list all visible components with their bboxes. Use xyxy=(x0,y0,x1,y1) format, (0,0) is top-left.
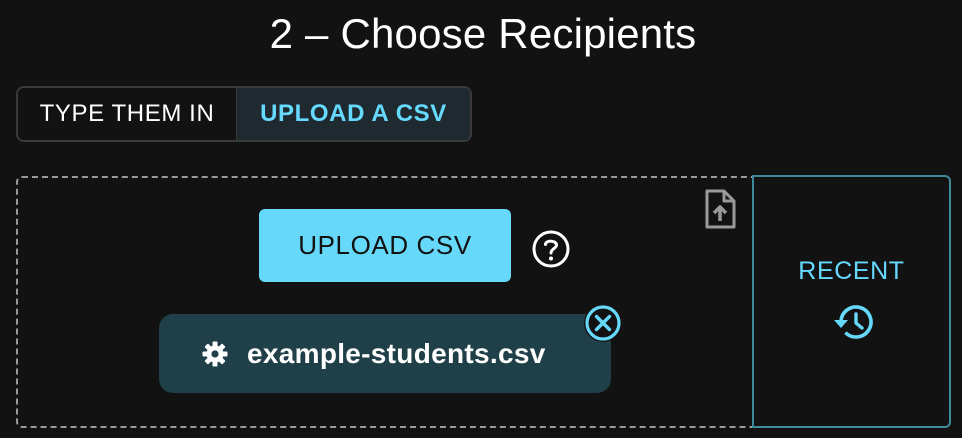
selected-file-chip: example-students.csv xyxy=(159,314,611,393)
tab-upload-csv[interactable]: UPLOAD A CSV xyxy=(237,88,470,140)
recipient-mode-tabs: TYPE THEM IN UPLOAD A CSV xyxy=(16,86,472,142)
page-title: 2 – Choose Recipients xyxy=(269,10,697,57)
choose-recipients-page: 2 – Choose Recipients TYPE THEM IN UPLOA… xyxy=(0,0,962,438)
history-icon xyxy=(834,305,873,339)
file-upload-icon xyxy=(705,189,736,229)
recent-files-panel[interactable]: RECENT xyxy=(752,175,951,428)
close-circle-icon[interactable] xyxy=(582,302,624,344)
upload-csv-button[interactable]: UPLOAD CSV xyxy=(259,209,511,282)
recent-label: RECENT xyxy=(798,257,905,285)
file-name: example-students.csv xyxy=(247,337,546,369)
gear-icon xyxy=(202,341,228,366)
tab-type-them-in[interactable]: TYPE THEM IN xyxy=(18,88,237,140)
help-circle-icon[interactable] xyxy=(531,229,571,269)
